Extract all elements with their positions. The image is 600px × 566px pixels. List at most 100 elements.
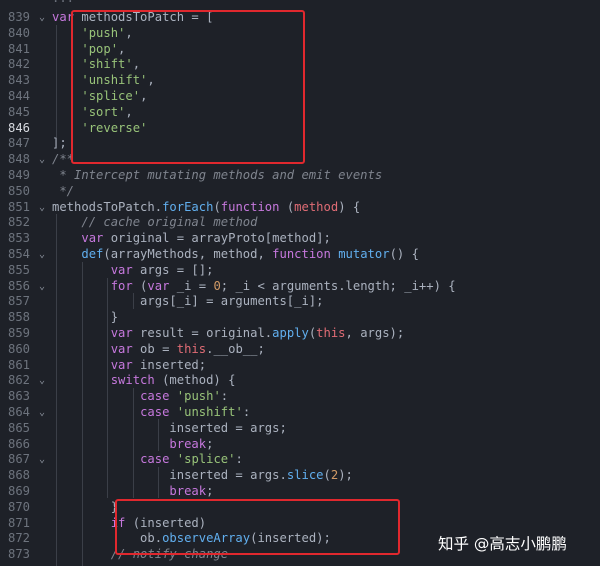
code-token: _i = — [169, 278, 214, 293]
code-token: case — [140, 389, 170, 404]
line-number: 842 — [7, 57, 30, 72]
line-number: 866 — [7, 436, 30, 451]
line-number: 841 — [7, 41, 30, 56]
line-number: 840 — [7, 25, 30, 40]
code-line[interactable]: 855 var args = []; — [0, 263, 600, 279]
line-number: 853 — [7, 231, 30, 246]
code-line[interactable]: 863 case 'push': — [0, 389, 600, 405]
code-line[interactable]: 849 * Intercept mutating methods and emi… — [0, 168, 600, 184]
code-token: inserted = args. — [52, 468, 287, 483]
code-token: ; — [206, 436, 214, 451]
code-token: args[_i] = arguments[_i]; — [52, 294, 324, 309]
code-token: } — [52, 310, 119, 325]
fold-chevron-icon[interactable]: ⌄ — [36, 279, 48, 295]
code-token: var — [110, 341, 133, 356]
line-number: 873 — [7, 547, 30, 562]
line-number: 859 — [7, 326, 30, 340]
watermark-text: 知乎 @高志小鹏鹏 — [438, 535, 567, 553]
code-line[interactable]: 865 inserted = args; — [0, 421, 600, 437]
fold-chevron-icon[interactable]: ⌄ — [36, 452, 48, 468]
code-token: mutator — [338, 247, 390, 261]
code-line[interactable]: 864 ⌄ case 'unshift': — [0, 405, 600, 421]
code-text: var result = original.apply(this, args); — [52, 326, 405, 342]
code-line[interactable]: 852 // cache original method — [0, 215, 600, 231]
line-number: 844 — [7, 89, 30, 103]
code-text: case 'push': — [52, 389, 228, 405]
fold-chevron-icon[interactable]: ⌄ — [36, 200, 48, 216]
code-line[interactable]: 857 args[_i] = arguments[_i]; — [0, 294, 600, 310]
indent-guide-line — [133, 293, 134, 309]
code-token: break — [169, 484, 207, 498]
code-line[interactable]: 853 var original = arrayProto[method]; — [0, 231, 600, 247]
line-number: 862 — [7, 373, 30, 388]
line-number: 843 — [7, 73, 30, 88]
code-token: ) { — [338, 199, 361, 214]
line-number: 846 — [7, 120, 30, 135]
line-number: 850 — [7, 183, 30, 198]
highlight-box-methods-array — [71, 10, 305, 164]
code-text: // cache original method — [52, 215, 257, 231]
fold-chevron-icon[interactable]: ⌄ — [36, 10, 48, 26]
fold-chevron-icon[interactable]: ⌄ — [36, 405, 48, 421]
line-number: 847 — [7, 136, 30, 151]
code-token: ; — [206, 484, 214, 498]
code-line[interactable]: 854 ⌄ def(arrayMethods, method, function … — [0, 247, 600, 263]
code-line[interactable]: 860 var ob = this.__ob__; — [0, 342, 600, 358]
indent-guide-line — [82, 262, 83, 566]
partial-code-line-top: ... — [52, 0, 74, 6]
code-text: } — [52, 500, 118, 516]
line-number: 871 — [7, 515, 30, 530]
code-text: */ — [52, 184, 74, 200]
code-line[interactable]: 851 ⌄ methodsToPatch.forEach(function (met… — [0, 200, 600, 216]
code-token: , args); — [345, 326, 405, 340]
indent-guide-line — [158, 467, 159, 498]
code-text: def(arrayMethods, method, function mutat… — [52, 247, 419, 263]
code-text: inserted = args; — [52, 421, 286, 437]
code-line[interactable]: 862 ⌄ switch (method) { — [0, 373, 600, 389]
fold-chevron-icon[interactable]: ⌄ — [36, 247, 48, 263]
code-text: var original = arrayProto[method]; — [52, 231, 331, 247]
code-text: } — [52, 310, 118, 326]
code-token: method — [294, 199, 339, 214]
code-token: def — [81, 247, 104, 261]
line-number: 863 — [7, 389, 30, 404]
code-token: 'push' — [176, 389, 221, 404]
code-line[interactable]: 856 ⌄ for (var _i = 0; _i < arguments.len… — [0, 279, 600, 295]
code-line[interactable]: 867 ⌄ case 'splice': — [0, 452, 600, 468]
code-token: ( — [132, 278, 148, 293]
line-number: 854 — [7, 247, 30, 261]
code-token: var — [110, 326, 133, 340]
fold-chevron-icon[interactable]: ⌄ — [36, 373, 48, 389]
code-line[interactable]: 866 break; — [0, 437, 600, 453]
code-line[interactable]: 850 */ — [0, 184, 600, 200]
line-number: 857 — [7, 294, 30, 309]
line-number: 860 — [7, 341, 30, 356]
code-token: original = arrayProto[method]; — [103, 231, 331, 246]
code-token: ]; — [52, 136, 67, 151]
code-line[interactable]: 869 break; — [0, 484, 600, 500]
line-number: 839 — [7, 10, 30, 24]
line-number: 856 — [7, 278, 30, 293]
highlight-box-observe-array — [115, 499, 400, 555]
code-token: switch — [110, 373, 155, 388]
code-token: ; _i < arguments.length; _i++) { — [220, 278, 456, 293]
code-line[interactable]: 858 } — [0, 310, 600, 326]
code-token: 'unshift' — [176, 405, 243, 419]
code-editor[interactable]: ... 839⌄var methodsToPatch = [840 'push'… — [0, 0, 600, 566]
code-token: */ — [52, 183, 75, 198]
line-number: 865 — [7, 420, 30, 435]
line-number: 869 — [7, 484, 30, 498]
code-token: var — [147, 278, 170, 293]
code-token: ob = — [132, 341, 177, 356]
indent-guide-line — [56, 214, 57, 566]
code-token: ); — [338, 468, 353, 483]
code-token: ( — [213, 199, 221, 214]
code-line[interactable]: 859 var result = original.apply(this, ar… — [0, 326, 600, 342]
fold-chevron-icon[interactable]: ⌄ — [36, 152, 48, 168]
code-line[interactable]: 868 inserted = args.slice(2); — [0, 468, 600, 484]
code-line[interactable]: 861 var inserted; — [0, 358, 600, 374]
code-text: var args = []; — [52, 263, 214, 279]
